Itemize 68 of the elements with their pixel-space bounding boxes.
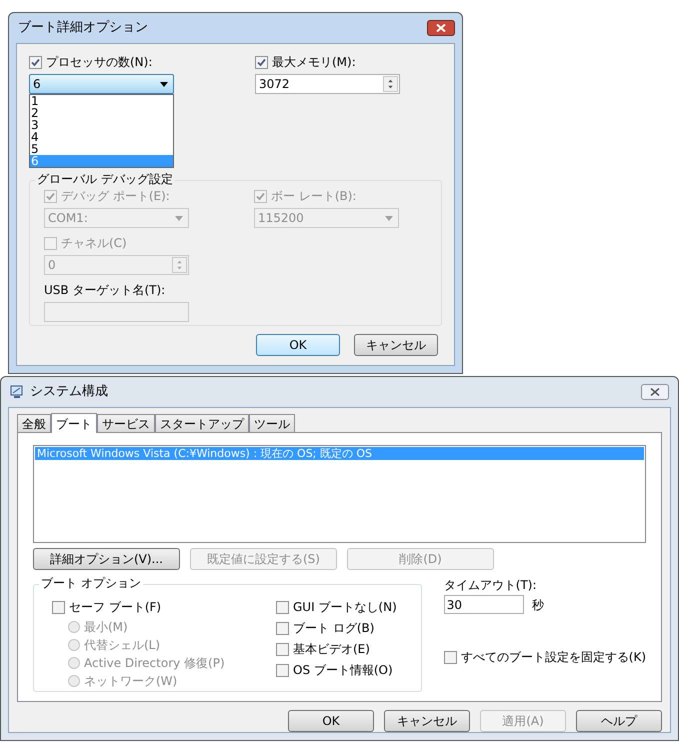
checkbox[interactable]	[276, 622, 289, 634]
caret-icon	[385, 216, 393, 220]
checkbox[interactable]	[276, 600, 289, 614]
list-option[interactable]: 3	[30, 119, 173, 131]
caret-icon	[160, 82, 168, 86]
checkbox-label: ボー レート(B):	[271, 188, 356, 205]
checkbox-label: 基本ビデオ(E)	[293, 641, 370, 658]
checkbox[interactable]	[29, 56, 42, 68]
text-field[interactable]: 30	[444, 595, 524, 614]
close-icon	[436, 24, 446, 32]
field-value: 0	[48, 257, 56, 274]
caret-icon	[175, 216, 183, 220]
checkbox[interactable]	[276, 642, 289, 656]
radio-label: 最小(M)	[84, 618, 128, 636]
checkbox-label: 最大メモリ(M):	[272, 54, 356, 71]
dialog-button[interactable]: OK	[288, 710, 374, 732]
dialog-button[interactable]: キャンセル	[354, 334, 438, 356]
field-label: USB ターゲット名(T):	[44, 282, 166, 299]
checkbox-label: ブート ログ(B)	[293, 620, 374, 637]
list-option[interactable]: 1	[30, 95, 173, 107]
checkbox[interactable]	[444, 650, 457, 664]
checkbox-label: デバッグ ポート(E):	[61, 188, 170, 205]
close-button[interactable]	[641, 384, 669, 400]
checkmark-icon	[256, 192, 265, 200]
number-field[interactable]: 3072	[255, 74, 400, 94]
close-button[interactable]	[427, 20, 455, 36]
checkmark-icon	[257, 58, 266, 66]
checkbox[interactable]	[276, 664, 289, 676]
checkmark-icon	[46, 192, 55, 200]
checkmark-icon	[31, 58, 40, 66]
tab[interactable]: サービス	[97, 414, 155, 432]
close-icon	[650, 388, 660, 396]
checkbox-label: セーフ ブート(F)	[69, 599, 162, 616]
dropdown[interactable]: 6	[29, 74, 174, 94]
field-label: タイムアウト(T):	[444, 577, 538, 594]
window-title: ブート詳細オプション	[18, 19, 148, 38]
dropdown-value: 115200	[258, 210, 304, 227]
list-option[interactable]: 5	[30, 143, 173, 155]
radio-label: 代替シェル(L)	[84, 636, 160, 654]
list-option[interactable]: 2	[30, 107, 173, 119]
unit-label: 秒	[532, 596, 544, 614]
tab[interactable]: ブート	[51, 413, 97, 433]
field-value: 30	[446, 596, 462, 614]
checkbox-label: すべてのブート設定を固定する(K)	[460, 649, 646, 666]
dialog-button[interactable]: キャンセル	[384, 710, 470, 732]
dropdown-value: 6	[33, 76, 41, 93]
radio-label: ネットワーク(W)	[84, 672, 178, 690]
checkbox[interactable]	[52, 600, 65, 614]
group-title: グローバル デバッグ設定	[35, 172, 175, 186]
group-title: ブート オプション	[39, 576, 143, 590]
monitor-icon	[10, 385, 24, 399]
tab[interactable]: ツール	[249, 414, 295, 432]
dialog-button[interactable]: ヘルプ	[576, 710, 662, 732]
tab[interactable]: スタートアップ	[155, 414, 249, 432]
radio-label: Active Directory 修復(P)	[84, 654, 225, 672]
list-option[interactable]: 4	[30, 131, 173, 143]
checkbox-label: OS ブート情報(O)	[293, 662, 393, 679]
checkbox-label: GUI ブートなし(N)	[293, 599, 397, 616]
checkbox-label: チャネル(C)	[61, 235, 127, 252]
tab[interactable]: 全般	[17, 414, 51, 432]
checkbox-label: プロセッサの数(N):	[46, 54, 152, 71]
field-value: 3072	[259, 76, 290, 93]
checkbox[interactable]	[255, 56, 268, 68]
dialog-button[interactable]: OK	[256, 334, 340, 356]
dropdown-value: COM1:	[48, 210, 88, 227]
spin-buttons[interactable]	[383, 76, 398, 92]
dialog-button[interactable]: 詳細オプション(V)...	[33, 548, 180, 570]
window-title: システム構成	[30, 383, 108, 402]
